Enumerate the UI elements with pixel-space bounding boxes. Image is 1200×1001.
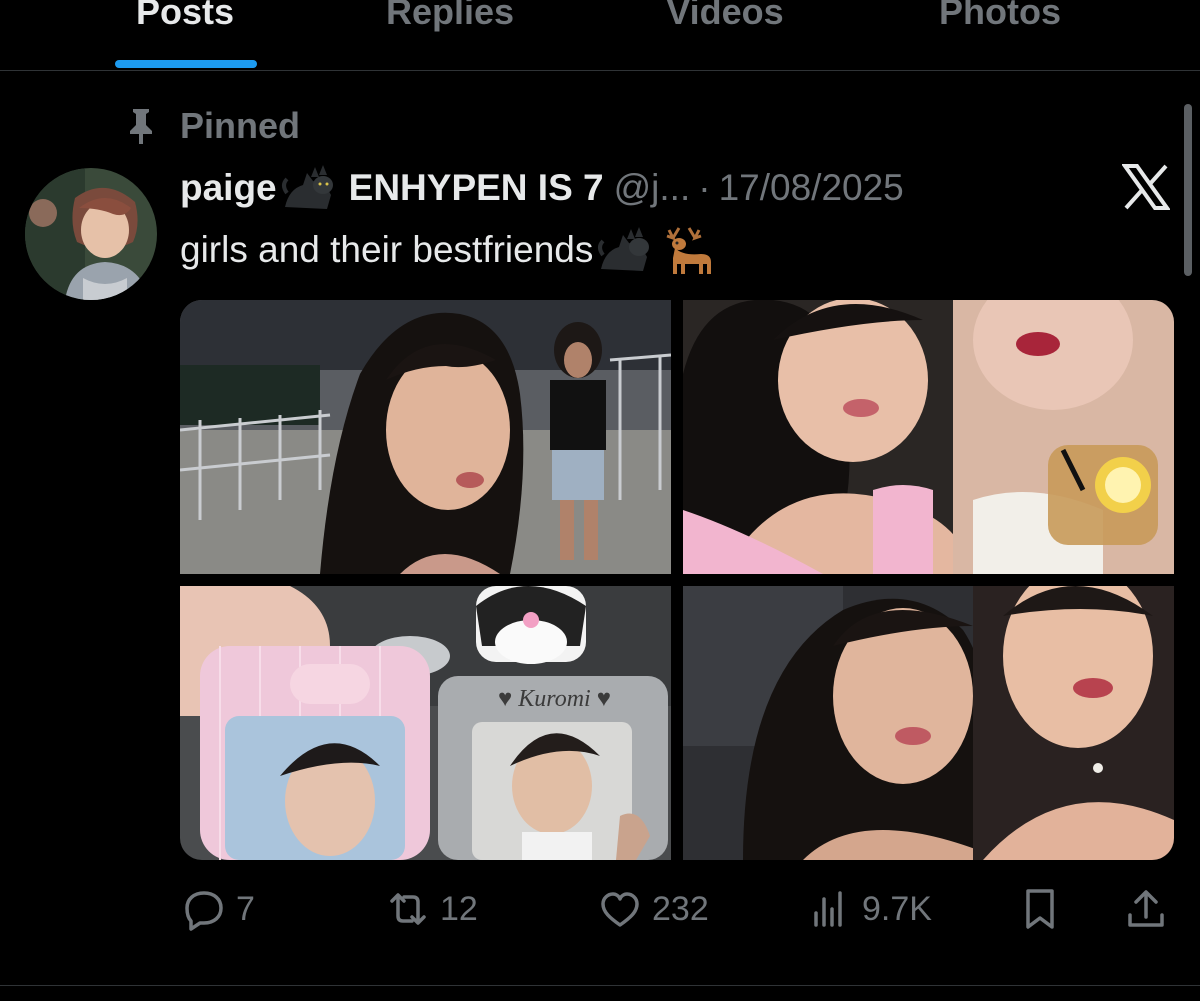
divider (0, 985, 1200, 986)
heart-icon (601, 892, 639, 927)
black-cat-emoji (598, 227, 650, 271)
user-handle[interactable]: @j... (614, 167, 691, 209)
deer-emoji (666, 227, 712, 274)
photo-2[interactable] (683, 300, 1174, 574)
scrollbar[interactable] (1184, 104, 1192, 276)
tweet-text: girls and their bestfriends (180, 224, 715, 276)
bookmark-icon (1026, 889, 1054, 929)
reply-count: 7 (236, 889, 255, 928)
repost-button[interactable]: 12 (386, 884, 478, 934)
pin-icon (130, 109, 152, 144)
avatar[interactable] (25, 168, 157, 300)
share-button[interactable] (1124, 884, 1168, 934)
like-count: 232 (652, 889, 709, 928)
x-logo-icon[interactable] (1122, 164, 1170, 210)
repost-count: 12 (440, 889, 478, 928)
svg-text:♥ Kuromi ♥: ♥ Kuromi ♥ (498, 686, 611, 712)
photo-4[interactable] (683, 586, 1174, 860)
photo-photocard-holders-image: ♥ Kuromi ♥ (180, 586, 671, 860)
profile-tabs: Posts Replies Videos Photos (0, 0, 1200, 71)
avatar-image (25, 168, 157, 300)
photo-1[interactable] (180, 300, 671, 574)
view-count: 9.7K (862, 889, 932, 928)
tweet-header: paige ENHYPEN IS 7 @j... · 17/08/2025 (180, 163, 904, 213)
repost-icon (390, 893, 426, 925)
tweet-actions: 7 12 232 9.7K (180, 884, 1174, 934)
separator-dot: · (698, 167, 711, 208)
media-grid: ♥ Kuromi ♥ (180, 300, 1174, 860)
reply-button[interactable]: 7 (182, 884, 255, 934)
like-button[interactable]: 232 (598, 884, 709, 934)
reply-icon (185, 891, 223, 931)
bookmark-button[interactable] (1018, 884, 1062, 934)
tab-replies[interactable]: Replies (360, 0, 540, 42)
share-icon (1128, 890, 1164, 927)
active-tab-indicator (115, 60, 257, 68)
display-name-suffix: ENHYPEN IS 7 (348, 167, 604, 208)
pinned-label: Pinned (180, 105, 301, 146)
black-cat-emoji (281, 165, 333, 209)
photo-selfie-stadium-image (180, 300, 671, 574)
tweet-text-content: girls and their bestfriends (180, 229, 594, 270)
kuromi-caption: Kuromi (517, 686, 590, 712)
photo-selfie-two-girls-image (683, 586, 1174, 860)
tab-videos[interactable]: Videos (640, 0, 810, 42)
pinned-indicator: Pinned (124, 105, 301, 146)
tab-photos[interactable]: Photos (915, 0, 1085, 42)
views-icon (814, 891, 842, 927)
post-date[interactable]: 17/08/2025 (719, 167, 904, 209)
photo-selfie-two-girls-drink-image (683, 300, 1174, 574)
display-name[interactable]: paige (180, 167, 277, 209)
tab-posts[interactable]: Posts (110, 0, 260, 42)
photo-3[interactable]: ♥ Kuromi ♥ (180, 586, 671, 860)
views-button[interactable]: 9.7K (808, 884, 932, 934)
